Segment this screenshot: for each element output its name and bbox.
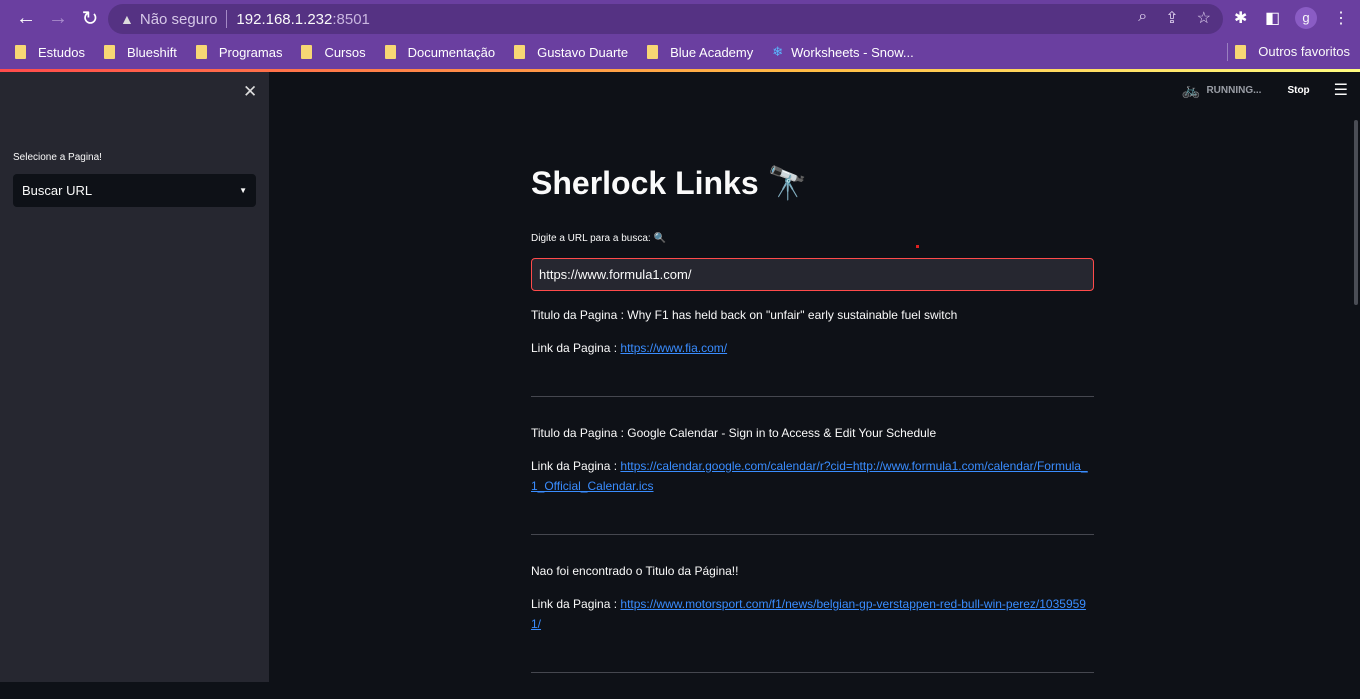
app-status: 🚲 RUNNING... Stop ☰: [1182, 80, 1360, 100]
folder-icon: [103, 45, 115, 59]
browser-chrome: ← → ↻ ▲ Não seguro 192.168.1.232:8501 ⌕ …: [0, 0, 1360, 69]
zoom-icon[interactable]: ⌕: [1138, 8, 1147, 28]
stop-button[interactable]: Stop: [1287, 85, 1309, 96]
link-label: Link da Pagina :: [531, 459, 621, 473]
reload-icon[interactable]: ↻: [74, 6, 106, 31]
snowflake-icon: ❄: [772, 44, 784, 59]
divider: [531, 396, 1094, 397]
page-select[interactable]: Buscar URL ▼: [13, 174, 256, 207]
close-sidebar-icon[interactable]: ✕: [243, 82, 257, 102]
bookmark[interactable]: Programas: [195, 45, 282, 60]
page-title: Sherlock Links 🔭: [531, 165, 808, 201]
folder-icon: [1235, 44, 1247, 59]
link-label: Link da Pagina :: [531, 341, 621, 355]
share-icon[interactable]: ⇪: [1165, 8, 1178, 28]
bookmark[interactable]: Documentação: [384, 45, 495, 60]
bookmark[interactable]: ❄ Worksheets - Snow...: [772, 44, 914, 60]
other-bookmarks[interactable]: Outros favoritos: [1235, 44, 1350, 59]
result: Nao foi encontrado o Titulo da Página!! …: [531, 561, 1094, 673]
side-panel-icon[interactable]: ◧: [1265, 8, 1280, 28]
folder-icon: [647, 45, 659, 59]
result: Titulo da Pagina : Why F1 has held back …: [531, 305, 1094, 397]
running-label: RUNNING...: [1206, 84, 1262, 96]
bookmarks-bar: Estudos Blueshift Programas Cursos Docum…: [0, 37, 1360, 67]
folder-icon: [15, 45, 26, 59]
url-input[interactable]: https://www.formula1.com/: [531, 258, 1094, 291]
bookmark[interactable]: Estudos: [15, 45, 85, 60]
chrome-menu-icon[interactable]: ⋮: [1333, 8, 1349, 28]
caret-down-icon: ▼: [239, 186, 247, 195]
forward-icon[interactable]: →: [42, 7, 74, 30]
link-label: Link da Pagina :: [531, 597, 621, 611]
star-icon[interactable]: ☆: [1197, 8, 1211, 28]
result-title: Titulo da Pagina : Google Calendar - Sig…: [531, 426, 937, 440]
warning-icon: ▲: [120, 11, 134, 27]
bookmark[interactable]: Cursos: [301, 45, 366, 60]
result: Titulo da Pagina : Google Calendar - Sig…: [531, 423, 1094, 535]
sidebar: ✕ Selecione a Pagina! Buscar URL ▼: [0, 72, 269, 682]
folder-icon: [384, 45, 396, 59]
folder-icon: [301, 45, 313, 59]
select-label: Selecione a Pagina!: [13, 152, 102, 163]
back-icon[interactable]: ←: [10, 7, 42, 30]
folder-icon: [195, 45, 207, 59]
extensions-icon[interactable]: ✱: [1234, 8, 1247, 28]
scrollbar[interactable]: [1354, 120, 1358, 305]
url-host: 192.168.1.232: [236, 10, 333, 28]
bookmark[interactable]: Blue Academy: [647, 45, 753, 60]
address-bar[interactable]: ▲ Não seguro 192.168.1.232:8501 ⌕ ⇪ ☆: [108, 4, 1223, 34]
bookmark[interactable]: Gustavo Duarte: [514, 45, 628, 60]
page-select-value: Buscar URL: [22, 183, 93, 198]
folder-icon: [514, 45, 526, 59]
url-input-label: Digite a URL para a busca: 🔍: [531, 233, 666, 244]
hamburger-menu-icon[interactable]: ☰: [1334, 80, 1348, 100]
divider: [531, 672, 1094, 673]
result-title: Titulo da Pagina : Why F1 has held back …: [531, 308, 958, 322]
result-link[interactable]: https://www.fia.com/: [620, 341, 727, 355]
profile-avatar[interactable]: g: [1295, 7, 1317, 29]
result-title: Nao foi encontrado o Titulo da Página!!: [531, 564, 739, 578]
divider: [531, 534, 1094, 535]
url-port: :8501: [332, 10, 370, 28]
bookmark[interactable]: Blueshift: [103, 45, 177, 60]
running-bike-icon: 🚲: [1181, 82, 1201, 99]
not-secure-label: Não seguro: [139, 10, 218, 28]
main-content: Sherlock Links 🔭 Digite a URL para a bus…: [531, 72, 1094, 699]
